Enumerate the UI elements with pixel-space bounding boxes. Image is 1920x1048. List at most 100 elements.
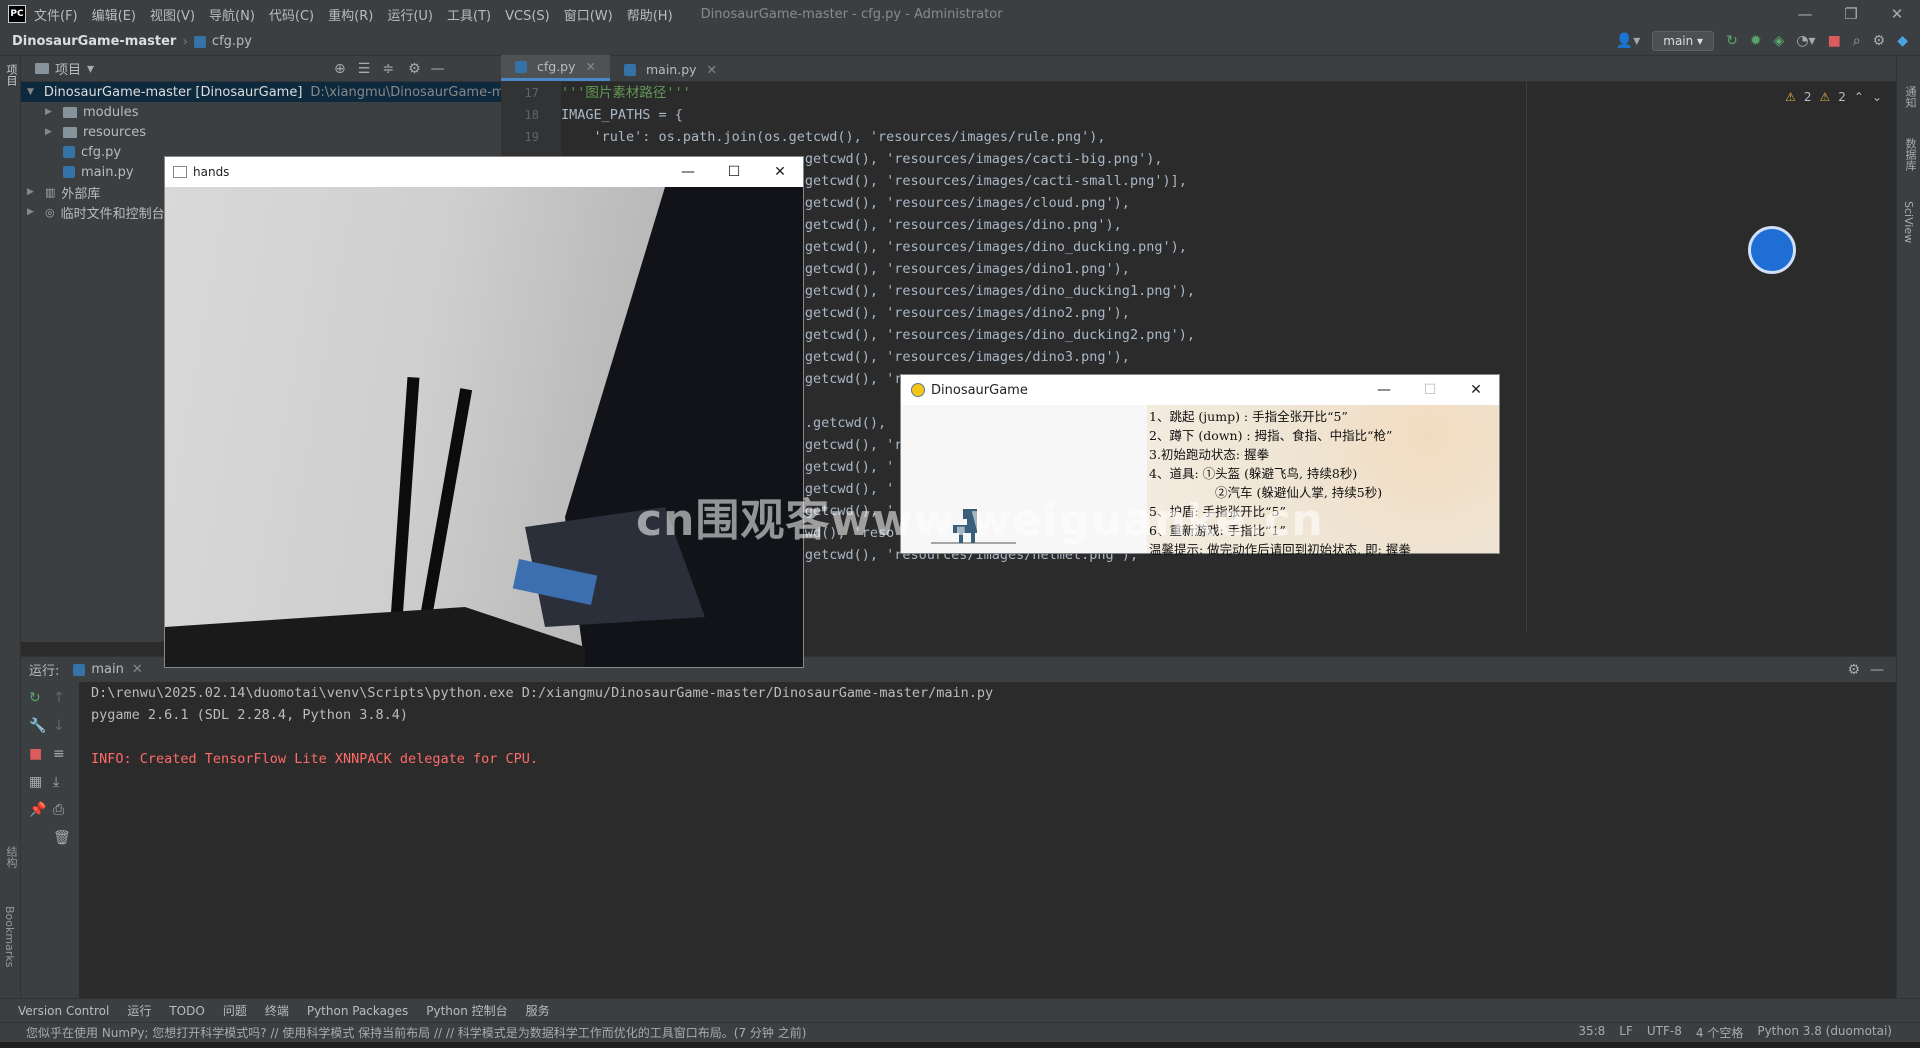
warning-icon[interactable]: ⚠ — [1785, 90, 1796, 104]
minimize-icon[interactable]: — — [665, 157, 711, 187]
soft-wrap-icon[interactable]: ≡ — [53, 746, 71, 762]
minimize-icon[interactable]: — — [1782, 0, 1828, 28]
menu-item[interactable]: 运行(U) — [387, 9, 433, 24]
run-tab[interactable]: main — [91, 662, 123, 677]
close-tab-icon[interactable]: ✕ — [586, 59, 596, 74]
chevron-down-icon[interactable]: ▾ — [87, 61, 94, 77]
coverage-icon[interactable]: ◈ — [1774, 33, 1785, 49]
indent-setting[interactable]: 4 个空格 — [1696, 1024, 1743, 1041]
menu-item[interactable]: VCS(S) — [505, 9, 550, 24]
tool-todo[interactable]: TODO — [169, 1004, 204, 1018]
close-tab-icon[interactable]: ✕ — [707, 62, 717, 77]
run-console[interactable]: D:\renwu\2025.02.14\duomotai\venv\Script… — [79, 682, 1896, 998]
python-interpreter[interactable]: Python 3.8 (duomotai) — [1757, 1024, 1892, 1041]
project-tool-button[interactable]: 项目 — [3, 64, 19, 86]
locate-icon[interactable]: ⊕ — [334, 61, 346, 77]
breadcrumb-project[interactable]: DinosaurGame-master — [12, 34, 176, 49]
chevron-right-icon[interactable]: ▶ — [27, 207, 41, 217]
maximize-icon[interactable]: ☐ — [711, 157, 757, 187]
tree-item-modules[interactable]: ▶ modules — [21, 102, 501, 122]
status-message[interactable]: 您似乎在使用 NumPy; 您想打开科学模式吗? // 使用科学模式 保持当前布… — [26, 1024, 806, 1041]
print-icon[interactable]: ⎙ — [53, 802, 71, 818]
menu-item[interactable]: 工具(T) — [447, 9, 491, 24]
tool-problems[interactable]: 问题 — [223, 1002, 247, 1019]
gear-icon[interactable]: ⚙ — [1847, 662, 1860, 678]
tab-label: main.py — [646, 62, 697, 77]
menu-item[interactable]: 重构(R) — [328, 9, 373, 24]
project-panel-title[interactable]: 项目 — [55, 59, 81, 78]
menu-item[interactable]: 帮助(H) — [627, 9, 673, 24]
close-icon[interactable]: ✕ — [757, 157, 803, 187]
file-encoding[interactable]: UTF-8 — [1647, 1024, 1682, 1041]
user-icon[interactable]: 👤▾ — [1616, 33, 1640, 49]
navigation-bar: DinosaurGame-master › cfg.py 👤▾ main ▾ ↻… — [0, 28, 1920, 56]
tab-main[interactable]: main.py ✕ — [610, 58, 731, 81]
dino-titlebar[interactable]: DinosaurGame — ☐ ✕ — [901, 375, 1499, 405]
chevron-right-icon[interactable]: ▶ — [27, 187, 41, 197]
menu-item[interactable]: 代码(C) — [269, 9, 314, 24]
chevron-right-icon[interactable]: ▶ — [45, 107, 59, 117]
chevron-up-icon[interactable]: ⌃ — [1854, 90, 1864, 104]
menu-item[interactable]: 窗口(W) — [564, 9, 613, 24]
rule-line: 1、跳起 (jump) : 手指全张开比“5” — [1149, 409, 1348, 424]
restore-icon[interactable]: ❐ — [1828, 0, 1874, 28]
minimize-icon[interactable]: — — [1361, 375, 1407, 405]
tool-python-console[interactable]: Python 控制台 — [426, 1002, 507, 1019]
menu-item[interactable]: 文件(F) — [34, 9, 78, 24]
tool-version-control[interactable]: Version Control — [18, 1004, 109, 1018]
code-line[interactable]: '''图片素材路径''' — [561, 82, 1526, 104]
project-icon — [35, 63, 49, 74]
trash-icon[interactable]: 🗑 — [53, 830, 71, 846]
chevron-right-icon[interactable]: ▶ — [45, 127, 59, 137]
debug-icon[interactable]: ✹ — [1750, 33, 1762, 49]
tree-item-resources[interactable]: ▶ resources — [21, 122, 501, 142]
breadcrumb-separator-icon: › — [182, 33, 188, 50]
structure-tool-button[interactable]: 结构 — [3, 846, 19, 868]
assistant-bubble-icon[interactable] — [1748, 226, 1796, 274]
code-line[interactable]: 'rule': os.path.join(os.getcwd(), 'resou… — [561, 126, 1526, 148]
sciview-tool-button[interactable]: SciView — [1902, 201, 1915, 243]
tree-root[interactable]: ▼ DinosaurGame-master [DinosaurGame] D:\… — [21, 82, 538, 102]
notifications-tool-button[interactable]: 通知 — [1902, 86, 1918, 108]
breadcrumb-file[interactable]: cfg.py — [212, 34, 252, 49]
tool-services[interactable]: 服务 — [526, 1002, 550, 1019]
search-icon[interactable]: ⌕ — [1853, 33, 1861, 49]
menu-item[interactable]: 视图(V) — [150, 9, 195, 24]
tool-python-packages[interactable]: Python Packages — [307, 1004, 408, 1018]
expand-all-icon[interactable]: ☰ — [358, 61, 371, 77]
plugin-icon[interactable]: ◆ — [1897, 33, 1908, 49]
database-tool-button[interactable]: 数据库 — [1902, 138, 1918, 171]
hands-titlebar[interactable]: hands — ☐ ✕ — [165, 157, 803, 187]
hide-icon[interactable]: — — [1870, 662, 1884, 678]
arrow-up-icon[interactable]: ↑ — [53, 690, 71, 706]
close-tab-icon[interactable]: ✕ — [132, 662, 143, 677]
menu-item[interactable]: 导航(N) — [209, 9, 255, 24]
collapse-all-icon[interactable]: ≑ — [382, 61, 394, 77]
bookmarks-tool-button[interactable]: Bookmarks — [3, 906, 16, 967]
chevron-down-icon[interactable]: ▼ — [27, 87, 34, 97]
tool-terminal[interactable]: 终端 — [265, 1002, 289, 1019]
chevron-down-icon[interactable]: ⌄ — [1872, 90, 1882, 104]
gear-icon[interactable]: ⚙ — [408, 61, 421, 77]
tab-cfg[interactable]: cfg.py ✕ — [501, 55, 610, 81]
maximize-icon[interactable]: ☐ — [1407, 375, 1453, 405]
weak-warning-icon[interactable]: ⚠ — [1819, 90, 1830, 104]
hide-icon[interactable]: — — [431, 61, 445, 77]
tool-run[interactable]: 运行 — [127, 1002, 151, 1019]
settings-icon[interactable]: ⚙ — [1873, 33, 1886, 49]
hands-window[interactable]: hands — ☐ ✕ — [164, 156, 804, 668]
profile-icon[interactable]: ◔▾ — [1796, 33, 1815, 49]
run-config-select[interactable]: main ▾ — [1652, 31, 1715, 51]
scroll-to-end-icon[interactable]: ⤓ — [53, 774, 71, 790]
tree-item-label: cfg.py — [81, 144, 122, 160]
stop-icon[interactable]: ■ — [1828, 33, 1841, 49]
close-icon[interactable]: ✕ — [1453, 375, 1499, 405]
caret-position[interactable]: 35:8 — [1578, 1024, 1605, 1041]
code-line[interactable]: IMAGE_PATHS = { — [561, 104, 1526, 126]
rerun-icon[interactable]: ↻ — [1726, 33, 1738, 49]
menu-item[interactable]: 编辑(E) — [92, 9, 136, 24]
editor-right-area: ⚠ 2 ⚠ 2 ⌃ ⌄ — [1526, 82, 1896, 632]
close-icon[interactable]: ✕ — [1874, 0, 1920, 28]
line-separator[interactable]: LF — [1619, 1024, 1633, 1041]
arrow-down-icon[interactable]: ↓ — [53, 718, 71, 734]
